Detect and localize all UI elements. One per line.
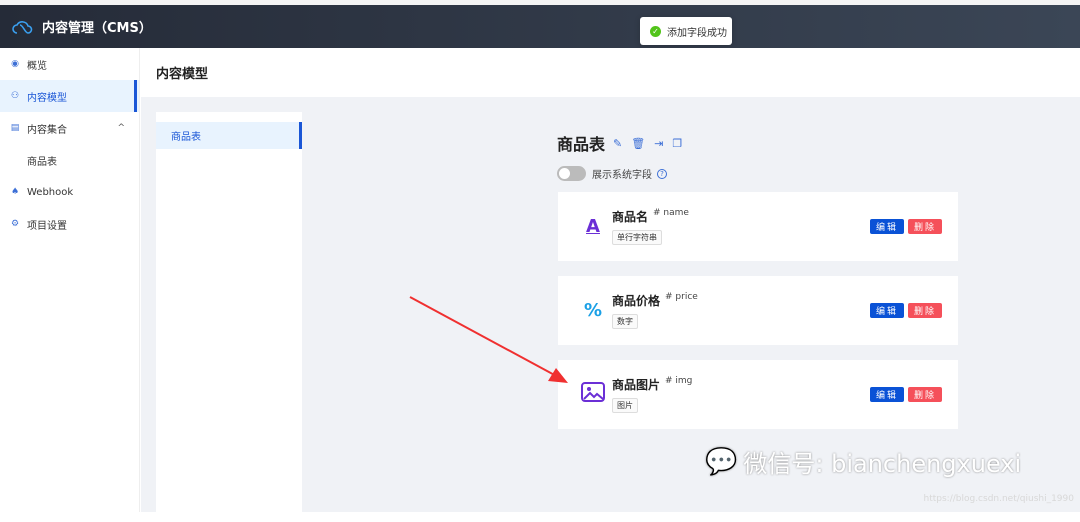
wechat-icon: 💬 <box>705 446 738 477</box>
watermark-text: 微信号: bianchengxuexi <box>743 450 1022 478</box>
red-arrow-annotation <box>409 296 568 383</box>
wechat-watermark: 💬 微信号: bianchengxuexi <box>705 444 1021 479</box>
url-watermark: https://blog.csdn.net/qiushi_1990 <box>923 494 1075 504</box>
